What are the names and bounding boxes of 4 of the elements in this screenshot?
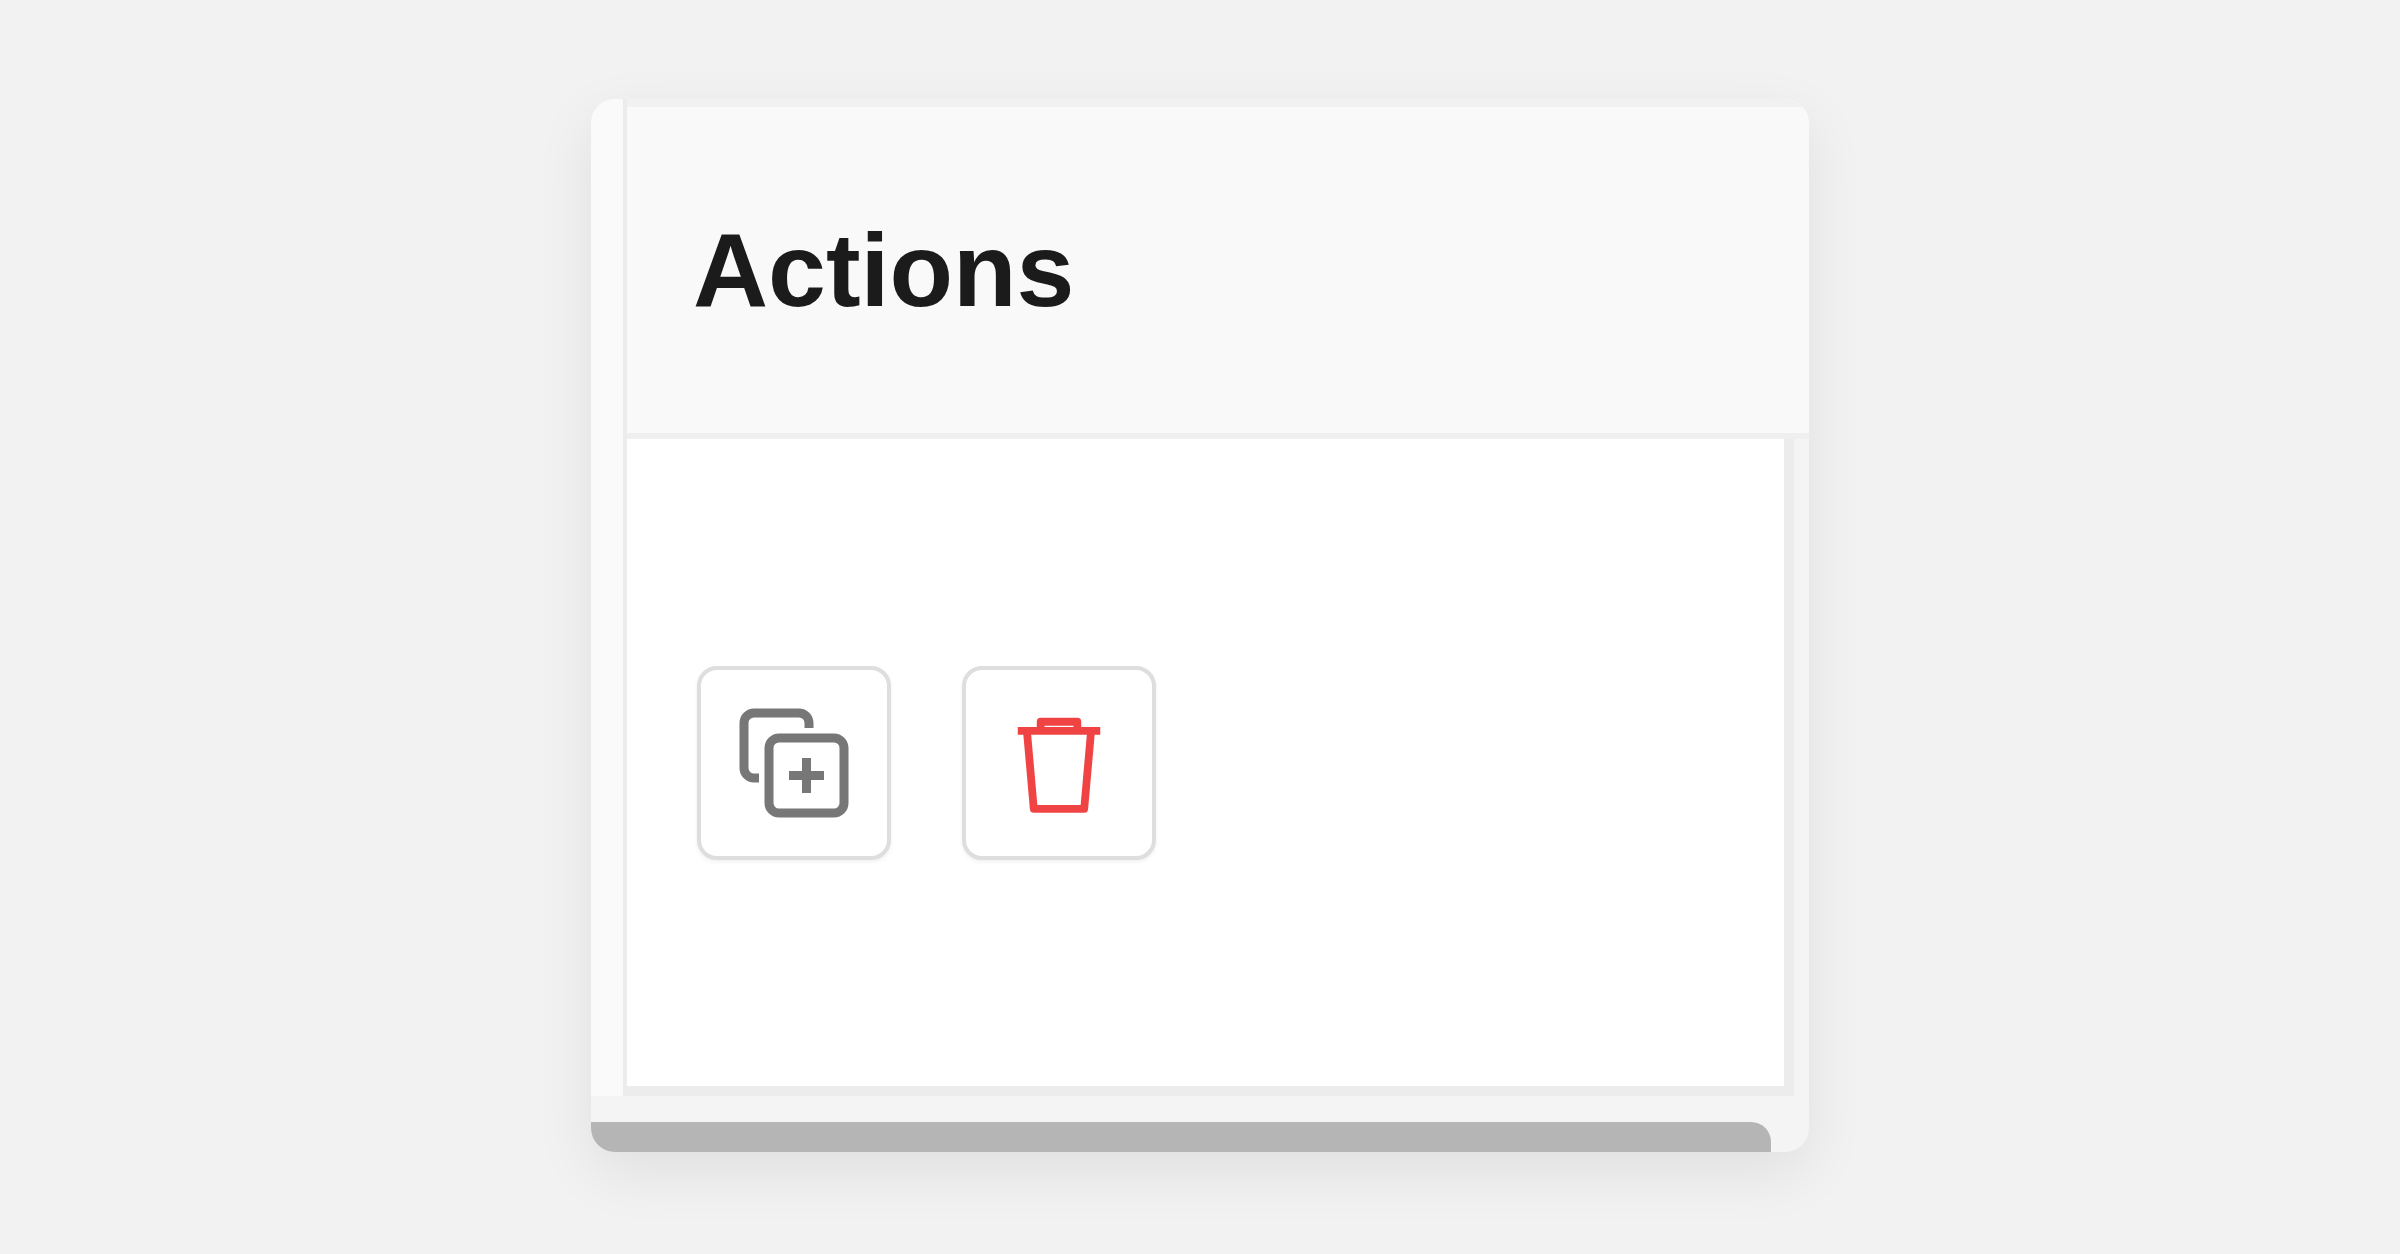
duplicate-button[interactable] xyxy=(697,665,891,860)
delete-button[interactable] xyxy=(962,665,1156,860)
column-header: Actions xyxy=(693,210,1075,330)
scrollbar-thumb[interactable] xyxy=(591,1122,1771,1152)
